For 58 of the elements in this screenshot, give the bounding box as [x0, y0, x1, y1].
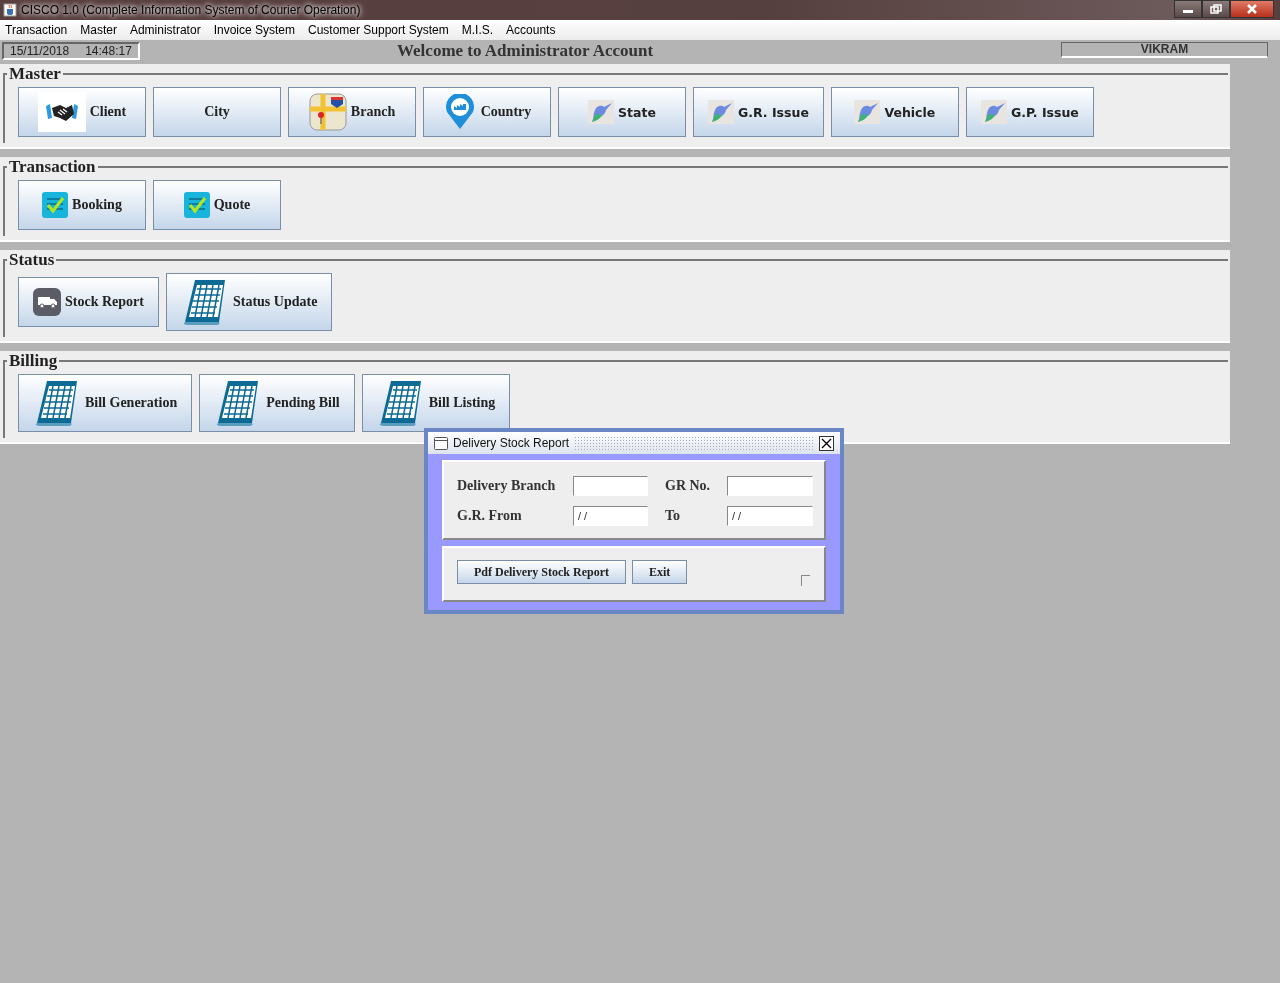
menu-button[interactable]: G.P. Issue: [965, 87, 1094, 137]
close-button[interactable]: [819, 435, 834, 451]
restore-icon: [1210, 4, 1222, 14]
window-title: CISCO 1.0 (Complete Information System of Courier Operation): [21, 3, 361, 17]
menu-button[interactable]: Booking: [18, 180, 146, 230]
menu-button[interactable]: Branch: [288, 87, 416, 137]
map-icon: [308, 93, 347, 131]
dialog-button[interactable]: Exit: [632, 560, 688, 584]
input-field[interactable]: [727, 476, 813, 496]
input-field[interactable]: / /: [727, 506, 813, 526]
menu-button[interactable]: G.R. Issue: [693, 87, 824, 137]
cup-icon: [3, 3, 17, 17]
menu-button[interactable]: Status Update: [165, 273, 333, 331]
menu-item[interactable]: Transaction: [5, 23, 68, 37]
bird-icon: [980, 100, 1007, 124]
menu-button[interactable]: Country: [423, 87, 551, 137]
close-button[interactable]: [1230, 0, 1274, 18]
menu-item[interactable]: Invoice System: [213, 23, 295, 37]
dialog-title: Delivery Stock Report: [453, 436, 570, 450]
field-label: Delivery Branch: [457, 478, 557, 494]
menu-item[interactable]: Administrator: [129, 23, 201, 37]
menu-button[interactable]: Bill Listing: [361, 374, 511, 432]
restore-button[interactable]: [1202, 0, 1230, 18]
bird-icon: [708, 100, 734, 124]
menu-button[interactable]: Bill Generation: [18, 374, 193, 432]
welcome-heading: Welcome to Administrator Account: [397, 41, 654, 61]
time-text: 14:48:17: [85, 44, 132, 58]
handshake-icon: [37, 92, 86, 132]
input-field[interactable]: [573, 476, 648, 496]
menu-item[interactable]: M.I.S.: [461, 23, 494, 37]
menu-item[interactable]: Customer Support System: [308, 23, 449, 37]
truck-icon: [33, 288, 61, 316]
field-label: To: [665, 508, 682, 524]
field-label: GR No.: [665, 478, 712, 494]
menu-button[interactable]: City: [153, 87, 281, 137]
menu-button[interactable]: Pending Bill: [199, 374, 355, 432]
window-icon: [434, 436, 448, 450]
checklist-icon: [183, 192, 210, 218]
menu-button[interactable]: Client: [18, 87, 146, 137]
resize-corner: [801, 575, 810, 586]
date-text: 15/11/2018: [10, 44, 70, 58]
close-icon: [821, 437, 832, 449]
menu-button[interactable]: Vehicle: [830, 87, 959, 137]
input-field[interactable]: / /: [573, 506, 648, 526]
menu-button[interactable]: Quote: [153, 180, 281, 230]
bird-icon: [854, 100, 881, 124]
menu-item[interactable]: Master: [80, 23, 117, 37]
section-title: Billing: [7, 352, 60, 370]
menu-button[interactable]: Stock Report: [18, 277, 159, 327]
dialog-button[interactable]: Pdf Delivery Stock Report: [457, 560, 626, 584]
bird-icon: [588, 100, 615, 124]
checklist-icon: [42, 192, 69, 218]
menu-button[interactable]: State: [558, 87, 686, 137]
minimize-button[interactable]: [1174, 0, 1202, 18]
user-name: VIKRAM: [1061, 42, 1268, 58]
close-icon: [1246, 4, 1258, 14]
field-label: G.R. From: [457, 508, 523, 524]
menu-item[interactable]: Accounts: [506, 23, 556, 37]
